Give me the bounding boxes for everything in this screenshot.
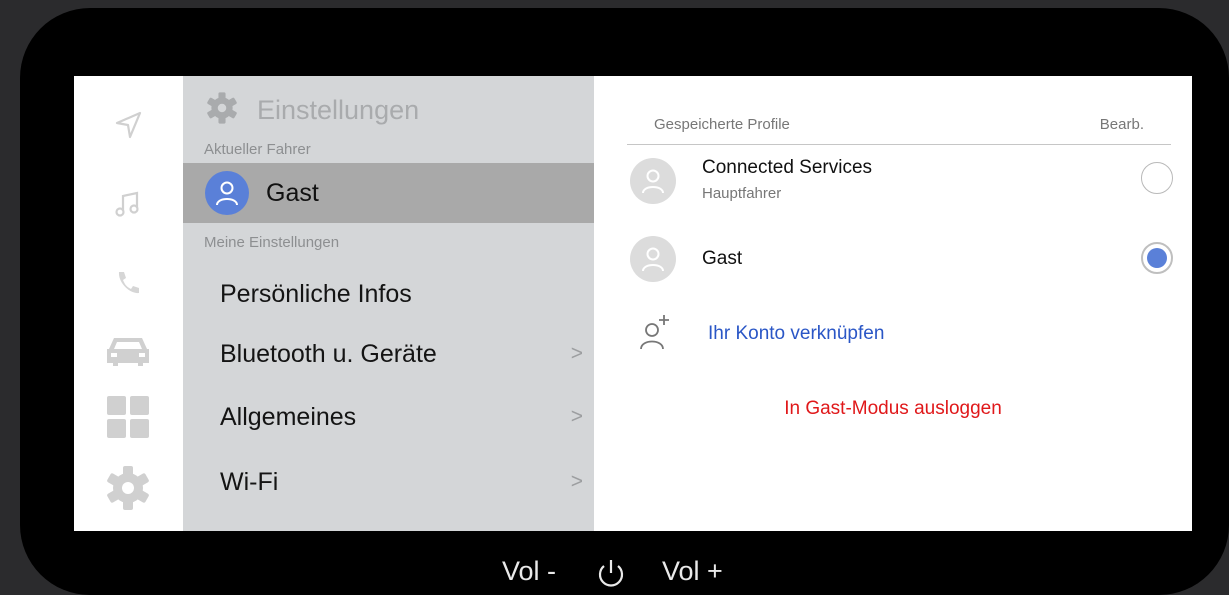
saved-profiles-heading: Gespeicherte Profile (654, 116, 790, 133)
menu-item-bluetooth[interactable]: Bluetooth u. Geräte > (183, 326, 594, 382)
menu-item-label: Bluetooth u. Geräte (220, 339, 437, 368)
profile-radio[interactable] (1141, 162, 1173, 194)
power-icon[interactable] (594, 558, 628, 590)
profiles-panel: Gespeicherte Profile Bearb. Connected Se… (594, 76, 1192, 531)
profile-row-guest[interactable]: Gast (630, 234, 1175, 288)
link-account-label: Ihr Konto verknüpfen (708, 323, 885, 344)
settings-gear-icon (205, 91, 239, 130)
phone-icon[interactable] (98, 258, 158, 308)
menu-item-label: Wi-Fi (220, 467, 279, 496)
navigation-icon[interactable] (98, 100, 158, 150)
profile-name: Gast (702, 248, 743, 269)
add-user-icon (638, 313, 674, 356)
menu-item-label: Allgemeines (220, 402, 357, 431)
car-icon[interactable] (98, 326, 158, 376)
profile-name: Connected Services (702, 157, 873, 178)
user-avatar-icon (630, 158, 676, 204)
settings-gear-icon[interactable] (98, 463, 158, 513)
chevron-right-icon: > (570, 405, 583, 428)
user-avatar-icon (630, 236, 676, 282)
profile-row-connected-services[interactable]: Connected Services Hauptfahrer (630, 156, 1175, 210)
menu-item-general[interactable]: Allgemeines > (183, 389, 594, 445)
settings-title: Einstellungen (257, 94, 420, 125)
music-icon[interactable] (98, 179, 158, 229)
settings-header: Einstellungen (205, 90, 419, 130)
user-avatar-icon (205, 171, 249, 215)
menu-item-wifi[interactable]: Wi-Fi > (183, 454, 594, 510)
menu-item-label: Persönliche Infos (220, 279, 412, 308)
profiles-header: Gespeicherte Profile Bearb. (627, 116, 1171, 145)
apps-grid-icon[interactable] (98, 392, 158, 442)
current-driver-name: Gast (266, 178, 319, 207)
profile-role: Hauptfahrer (702, 185, 782, 202)
current-driver-label: Aktueller Fahrer (204, 141, 311, 158)
settings-panel: Einstellungen Aktueller Fahrer Gast Mein… (183, 76, 594, 531)
chevron-right-icon: > (570, 470, 583, 493)
current-driver-row[interactable]: Gast (183, 163, 594, 223)
link-account-button[interactable]: Ihr Konto verknüpfen (638, 314, 884, 354)
chevron-right-icon: > (570, 342, 583, 365)
volume-down-button[interactable]: Vol - (502, 556, 556, 587)
icon-rail (74, 76, 183, 531)
edit-button[interactable]: Bearb. (1100, 116, 1144, 133)
my-settings-label: Meine Einstellungen (204, 234, 340, 251)
volume-up-button[interactable]: Vol + (662, 556, 723, 587)
guest-logout-button[interactable]: In Gast-Modus ausloggen (594, 398, 1192, 420)
menu-item-personal-info[interactable]: Persönliche Infos (183, 266, 594, 322)
profile-radio-selected[interactable] (1141, 242, 1173, 274)
infotainment-screen: Einstellungen Aktueller Fahrer Gast Mein… (74, 76, 1192, 531)
